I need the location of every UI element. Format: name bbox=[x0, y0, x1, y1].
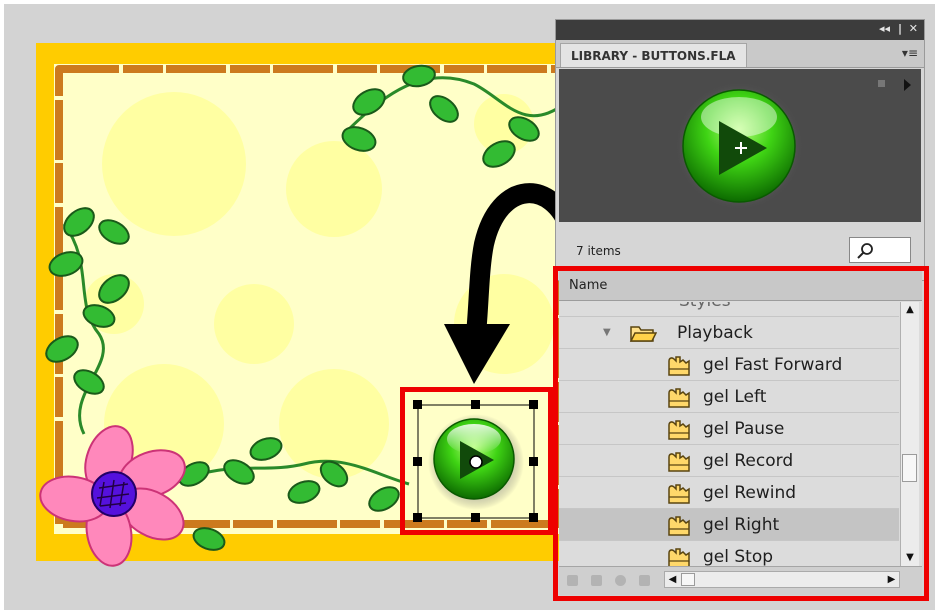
preview-gel-button bbox=[675, 82, 803, 210]
panel-menu-icon[interactable]: ▾≡ bbox=[902, 46, 918, 60]
stage-button-highlight bbox=[400, 387, 553, 535]
magnifier-icon bbox=[857, 243, 873, 259]
library-list-highlight bbox=[553, 266, 929, 601]
play-icon[interactable] bbox=[904, 79, 911, 91]
search-input[interactable] bbox=[849, 237, 911, 263]
close-icon[interactable]: ✕ bbox=[909, 22, 918, 35]
symbol-preview bbox=[559, 69, 921, 222]
tab-row: LIBRARY - BUTTONS.FLA ▾≡ bbox=[556, 40, 924, 68]
tab-library[interactable]: LIBRARY - BUTTONS.FLA bbox=[560, 43, 747, 67]
library-panel: ◂◂ | ✕ LIBRARY - BUTTONS.FLA ▾≡ 7 items bbox=[555, 19, 925, 281]
items-count: 7 items bbox=[576, 244, 621, 258]
separator: | bbox=[897, 22, 902, 35]
collapse-button[interactable]: ◂◂ bbox=[879, 22, 890, 35]
stop-icon[interactable] bbox=[878, 80, 885, 87]
panel-title-bar: ◂◂ | ✕ bbox=[556, 20, 924, 40]
